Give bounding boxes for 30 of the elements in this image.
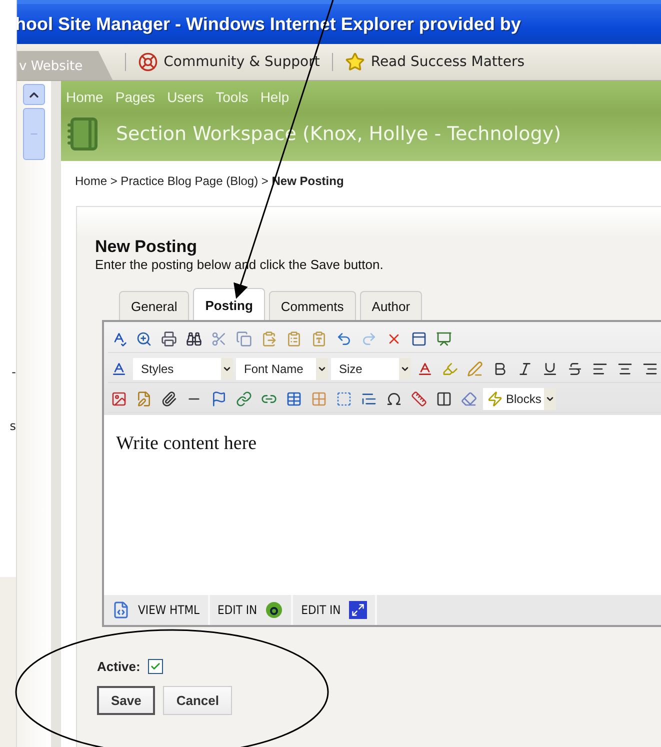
editor-dropdown[interactable]: Font Name xyxy=(236,358,328,380)
code-file-icon xyxy=(112,601,130,619)
scroll-up-button[interactable] xyxy=(23,84,45,105)
caret-icon xyxy=(317,364,327,374)
editor-content[interactable]: Write content here xyxy=(104,415,661,595)
tab[interactable]: General xyxy=(119,291,190,320)
partial-text: s xyxy=(8,419,16,433)
caret-icon xyxy=(545,394,556,404)
blocks-dropdown[interactable]: Blocks xyxy=(483,388,556,410)
lightning-icon xyxy=(487,391,503,407)
tab[interactable]: Comments xyxy=(268,291,356,320)
scroll-thumb[interactable] xyxy=(23,108,45,160)
check-icon xyxy=(150,661,162,672)
lifebuoy-icon xyxy=(138,52,158,72)
circle-logo-icon xyxy=(265,601,284,619)
active-label: Active: xyxy=(97,659,140,674)
form-button[interactable]: Cancel xyxy=(163,686,232,715)
tab[interactable]: Posting xyxy=(193,288,265,320)
expand-icon xyxy=(348,601,367,619)
star-icon xyxy=(344,52,365,72)
tab[interactable]: Author xyxy=(360,291,422,320)
caret-icon xyxy=(222,364,232,374)
editor-dropdown[interactable]: Size xyxy=(331,358,411,380)
partial-text: - xyxy=(10,365,16,379)
form-button[interactable]: Save xyxy=(97,686,156,715)
caret-icon xyxy=(400,364,410,374)
toolbar-link[interactable]: Read Success Matters xyxy=(344,52,525,72)
active-checkbox[interactable] xyxy=(148,659,164,674)
form-heading: New Posting xyxy=(95,237,198,257)
editor-dropdown[interactable]: Styles xyxy=(133,358,233,380)
